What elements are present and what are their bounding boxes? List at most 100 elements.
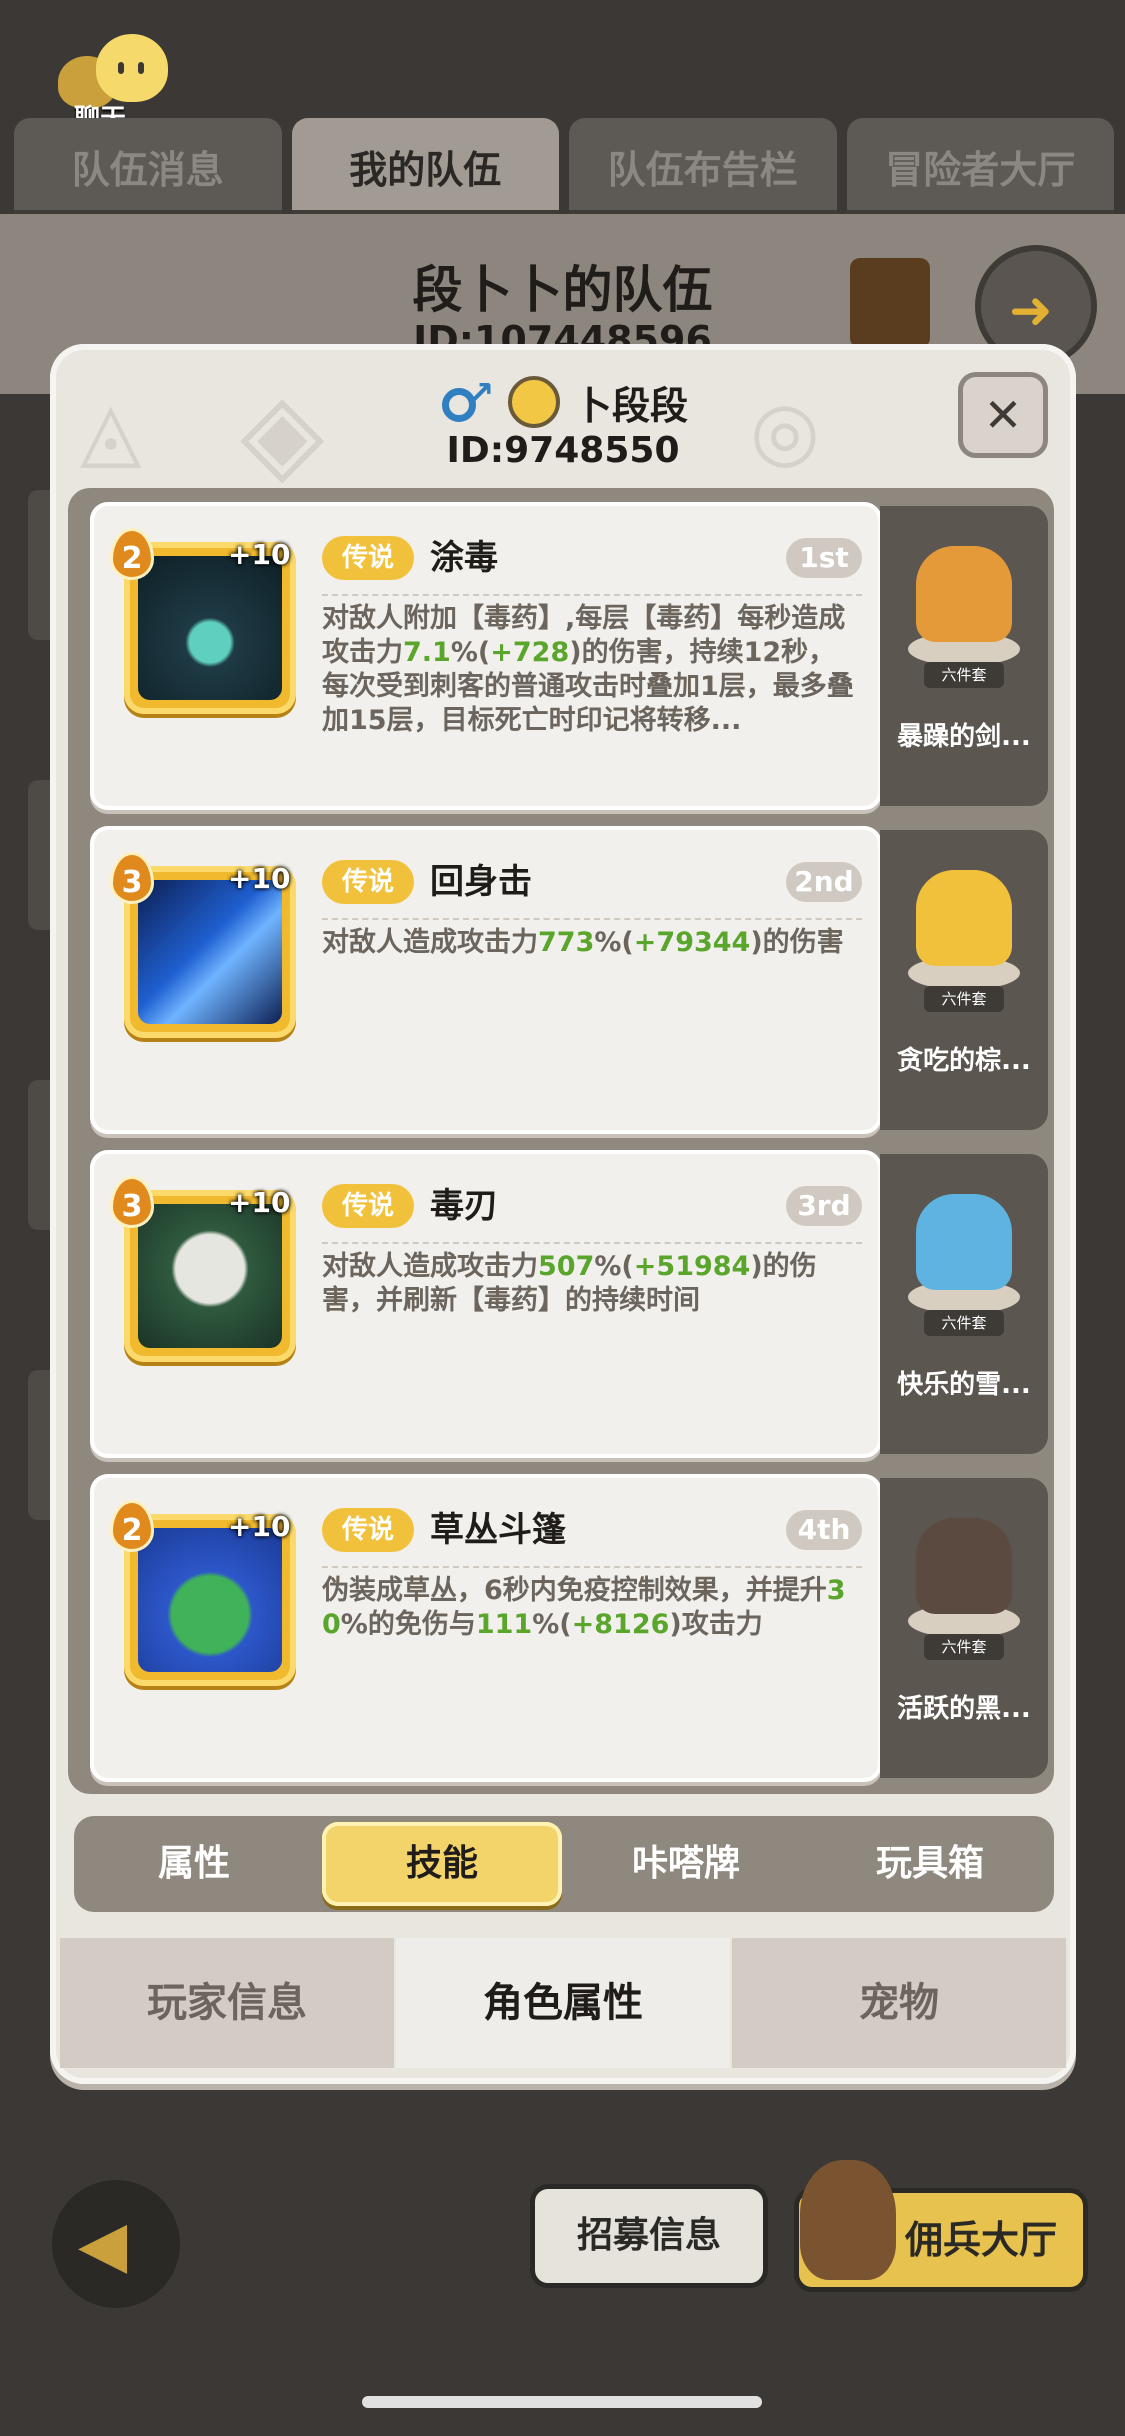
tab-skills[interactable]: 技能 [322, 1822, 562, 1906]
close-button[interactable]: ✕ [958, 372, 1048, 458]
skill-card[interactable]: 3 +10 传说 回身击 2nd 对敌人造成攻击力773%(+79344)的伤害 [90, 826, 882, 1134]
divider [322, 1242, 862, 1244]
equipped-character-card[interactable]: 六件套 活跃的黑... [880, 1478, 1048, 1778]
divider [322, 918, 862, 920]
recruit-info-button[interactable]: 招募信息 [530, 2184, 768, 2288]
skill-text: %( [594, 927, 634, 958]
skill-rank: 1st [786, 538, 862, 578]
skill-value: 507 [538, 1251, 595, 1282]
skill-description: 对敌人造成攻击力773%(+79344)的伤害 [322, 926, 862, 960]
skill-value: +51984 [633, 1251, 751, 1282]
skill-card[interactable]: 3 +10 传说 毒刃 3rd 对敌人造成攻击力507%(+51984)的伤害，… [90, 1150, 882, 1458]
skill-plus-badge: +10 [228, 1510, 291, 1543]
skill-rank: 3rd [786, 1186, 862, 1226]
character-figure-icon [916, 1518, 1012, 1614]
equipped-character-card[interactable]: 六件套 贪吃的棕... [880, 830, 1048, 1130]
skill-text: %( [450, 637, 491, 668]
mercenary-character-icon [800, 2160, 896, 2280]
scroll-icon[interactable] [850, 258, 930, 348]
skill-text: %的免伤与 [340, 1609, 476, 1640]
skill-name: 草丛斗篷 [430, 1510, 566, 1550]
skill-plus-badge: +10 [228, 538, 291, 571]
skill-card[interactable]: 2 +10 传说 涂毒 1st 对敌人附加【毒药】,每层【毒药】每秒造成攻击力7… [90, 502, 882, 810]
skull-blade-icon [138, 1204, 282, 1348]
tab-player-info[interactable]: 玩家信息 [60, 1938, 394, 2068]
tab-adventurer-hall[interactable]: 冒险者大厅 [846, 118, 1114, 214]
tab-kata-cards[interactable]: 咔嗒牌 [566, 1816, 806, 1912]
skill-plus-badge: +10 [228, 1186, 291, 1219]
skill-text: )的伤害 [750, 927, 844, 958]
player-avatar [507, 376, 560, 428]
character-figure-icon [916, 546, 1012, 642]
back-button[interactable]: ◀ [52, 2180, 180, 2308]
character-name: 暴躁的剑... [897, 722, 1031, 752]
rarity-badge: 传说 [322, 1508, 414, 1552]
chat-bubble-icon [96, 34, 168, 102]
tab-toy-box[interactable]: 玩具箱 [810, 1816, 1050, 1912]
equipped-character-card[interactable]: 六件套 暴躁的剑... [880, 506, 1048, 806]
player-id: ID:9748550 [446, 430, 680, 471]
skill-plus-badge: +10 [228, 862, 291, 895]
tab-attributes[interactable]: 属性 [74, 1816, 314, 1912]
tab-my-team[interactable]: 我的队伍 [291, 118, 559, 214]
skills-list: 2 +10 传说 涂毒 1st 对敌人附加【毒药】,每层【毒药】每秒造成攻击力7… [68, 488, 1054, 1794]
skill-name: 涂毒 [430, 538, 498, 578]
rarity-badge: 传说 [322, 1184, 414, 1228]
skill-level-badge: 3 [110, 1176, 154, 1228]
profile-row: ↗ 卜段段 [50, 372, 1076, 432]
divider [322, 594, 862, 596]
character-figure-icon [916, 870, 1012, 966]
rarity-badge: 传说 [322, 860, 414, 904]
character-name: 活跃的黑... [897, 1694, 1031, 1724]
poison-drop-icon [138, 556, 282, 700]
skill-level-badge: 2 [110, 528, 154, 580]
team-title: 段卜卜的队伍 [412, 261, 713, 319]
set-badge: 六件套 [924, 1634, 1004, 1660]
player-detail-modal: ◬ ◈ ◎ ↗ 卜段段 ID:9748550 ✕ 2 +10 传说 涂毒 1st… [50, 344, 1076, 2084]
rarity-badge: 传说 [322, 536, 414, 580]
skill-description: 对敌人附加【毒药】,每层【毒药】每秒造成攻击力7.1%(+728)的伤害，持续1… [322, 602, 862, 738]
character-name: 快乐的雪... [897, 1370, 1031, 1400]
sub-tabs: 属性 技能 咔嗒牌 玩具箱 [74, 1816, 1054, 1912]
set-badge: 六件套 [924, 1310, 1004, 1336]
skill-text: %( [594, 1251, 634, 1282]
skill-description: 对敌人造成攻击力507%(+51984)的伤害，并刷新【毒药】的持续时间 [322, 1250, 862, 1318]
top-tabs: 队伍消息 我的队伍 队伍布告栏 冒险者大厅 [14, 118, 1114, 214]
equipped-character-card[interactable]: 六件套 快乐的雪... [880, 1154, 1048, 1454]
spin-strike-icon [138, 880, 282, 1024]
grass-cloak-icon [138, 1528, 282, 1672]
bottom-tabs: 玩家信息 角色属性 宠物 [60, 1938, 1066, 2068]
skill-value: 111 [475, 1609, 533, 1640]
skill-value: +79344 [633, 927, 751, 958]
skill-name: 毒刃 [430, 1186, 498, 1226]
tab-character-attributes[interactable]: 角色属性 [396, 1938, 730, 2068]
home-indicator [362, 2396, 762, 2408]
set-badge: 六件套 [924, 986, 1004, 1012]
divider [322, 1566, 862, 1568]
skill-name: 回身击 [430, 862, 532, 902]
skill-text: 对敌人造成攻击力 [322, 927, 538, 958]
tab-pets[interactable]: 宠物 [732, 1938, 1066, 2068]
skill-text: )攻击力 [669, 1609, 763, 1640]
tab-team-board[interactable]: 队伍布告栏 [569, 118, 837, 214]
skill-rank: 2nd [786, 862, 862, 902]
skill-level-badge: 2 [110, 1500, 154, 1552]
skill-card[interactable]: 2 +10 传说 草丛斗篷 4th 伪装成草丛，6秒内免疫控制效果，并提升30%… [90, 1474, 882, 1782]
skill-rank: 4th [786, 1510, 862, 1550]
skill-value: +728 [490, 637, 570, 668]
back-arrow-icon: ◀ [78, 2208, 128, 2282]
character-name: 贪吃的棕... [897, 1046, 1031, 1076]
exit-arrow-icon: ➜ [1009, 281, 1053, 341]
player-name: 卜段段 [573, 383, 688, 428]
set-badge: 六件套 [924, 662, 1004, 688]
close-icon: ✕ [983, 388, 1023, 442]
character-figure-icon [916, 1194, 1012, 1290]
skill-value: +8126 [571, 1609, 670, 1640]
skill-text: %( [532, 1609, 572, 1640]
skill-value: 773 [538, 927, 595, 958]
skill-level-badge: 3 [110, 852, 154, 904]
skill-text: 伪装成草丛，6秒内免疫控制效果，并提升 [322, 1575, 827, 1606]
skill-text: 对敌人造成攻击力 [322, 1251, 538, 1282]
male-gender-icon: ↗ [438, 374, 494, 430]
tab-team-messages[interactable]: 队伍消息 [14, 118, 282, 214]
